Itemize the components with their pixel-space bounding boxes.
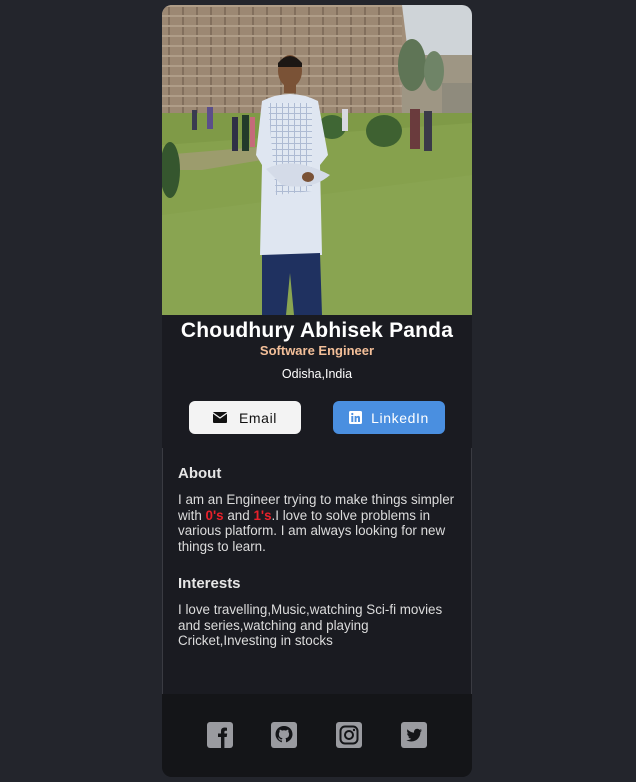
email-button[interactable]: Email	[189, 401, 301, 434]
envelope-icon	[212, 412, 227, 423]
profile-location: Odisha,India	[281, 367, 353, 381]
interests-heading: Interests	[178, 575, 241, 592]
highlight-ones: 1's	[253, 507, 272, 523]
about-heading: About	[178, 465, 222, 482]
twitter-icon[interactable]	[401, 722, 427, 748]
about-text: I am an Engineer trying to make things s…	[178, 492, 455, 554]
profile-name: Choudhury Abhisek Panda	[180, 319, 454, 342]
facebook-icon[interactable]	[207, 722, 233, 748]
instagram-icon[interactable]	[336, 722, 362, 748]
interests-text: I love travelling,Music,watching Sci-fi …	[178, 602, 443, 649]
highlight-zeros: 0's	[205, 507, 224, 523]
linkedin-icon	[349, 411, 363, 424]
footer	[162, 694, 472, 777]
linkedin-button[interactable]: LinkedIn	[333, 401, 445, 434]
profile-card: Choudhury Abhisek Panda Software Enginee…	[162, 5, 472, 777]
profile-photo	[162, 5, 472, 315]
profile-role: Software Engineer	[259, 343, 375, 358]
content-section: About I am an Engineer trying to make th…	[162, 448, 472, 694]
linkedin-button-label: LinkedIn	[371, 409, 429, 426]
github-icon[interactable]	[271, 722, 297, 748]
email-button-label: Email	[238, 409, 277, 426]
